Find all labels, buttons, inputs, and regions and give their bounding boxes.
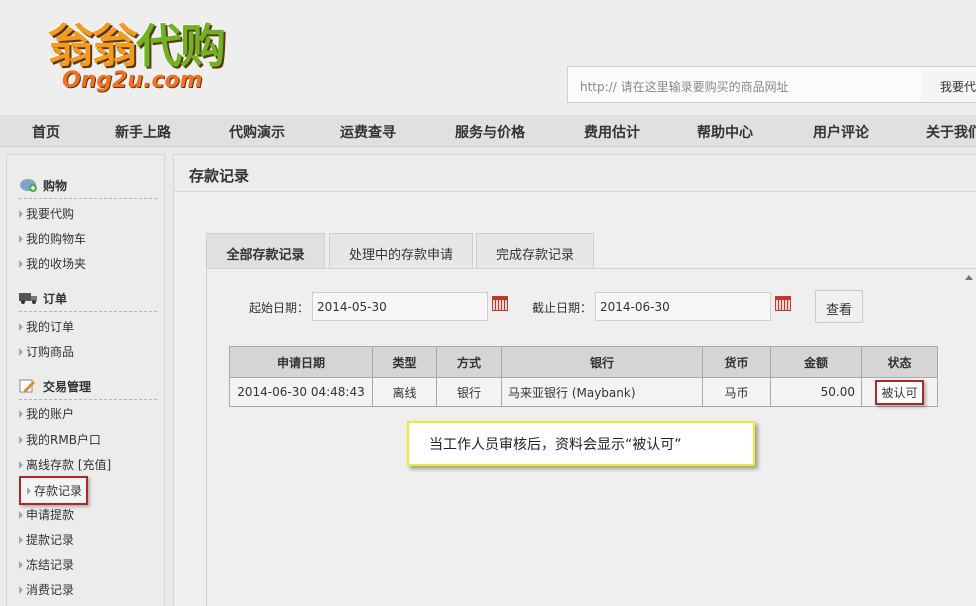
site-header: 翁翁代购 Ong2u.com http:// 请在这里输录要购买的商品网址 我要… bbox=[0, 0, 976, 115]
calendar-icon[interactable] bbox=[775, 296, 791, 311]
logo-en: Ong2u.com bbox=[62, 68, 203, 93]
sidebar-item-my-account[interactable]: 我的账户 bbox=[19, 405, 74, 422]
col-header-amount: 金额 bbox=[770, 346, 862, 378]
nav-item-demo[interactable]: 代购演示 bbox=[229, 122, 285, 142]
sidebar-item-buy[interactable]: 我要代购 bbox=[19, 205, 74, 222]
sidebar-item-order-products[interactable]: 订购商品 bbox=[19, 343, 74, 360]
calendar-icon[interactable] bbox=[492, 296, 508, 311]
cell-bank: 马来亚银行 (Maybank) bbox=[501, 377, 703, 407]
sidebar-divider bbox=[19, 198, 157, 199]
nav-item-home[interactable]: 首页 bbox=[32, 122, 60, 142]
nav-item-services[interactable]: 服务与价格 bbox=[455, 122, 525, 142]
col-header-bank: 银行 bbox=[501, 346, 703, 378]
col-header-date: 申请日期 bbox=[229, 346, 373, 378]
col-header-method: 方式 bbox=[436, 346, 502, 378]
nav-item-estimate[interactable]: 费用估计 bbox=[584, 122, 640, 142]
sidebar-item-deposit-records[interactable]: 存款记录 bbox=[19, 476, 89, 505]
cell-status: 被认可 bbox=[861, 377, 938, 407]
tab-all-deposits[interactable]: 全部存款记录 bbox=[206, 233, 325, 268]
sidebar-item-my-orders[interactable]: 我的订单 bbox=[19, 318, 74, 335]
cell-currency: 马币 bbox=[702, 377, 771, 407]
sidebar-item-cart[interactable]: 我的购物车 bbox=[19, 230, 86, 247]
end-date-input[interactable]: 2014-06-30 bbox=[595, 292, 771, 321]
sidebar: 购物 我要代购 我的购物车 我的收场夹 订单 我的订单 订购商品 交易管理 我的… bbox=[6, 154, 165, 606]
col-header-currency: 货币 bbox=[702, 346, 771, 378]
buy-for-me-button[interactable]: 我要代购 bbox=[921, 66, 976, 103]
main-nav: 首页 新手上路 代购演示 运费查寻 服务与价格 费用估计 帮助中心 用户评论 关… bbox=[0, 115, 976, 147]
edit-icon bbox=[19, 379, 39, 393]
table-header-row: 申请日期 类型 方式 银行 货币 金额 状态 bbox=[229, 346, 938, 378]
deposit-records-table: 申请日期 类型 方式 银行 货币 金额 状态 2014-06-30 04:48:… bbox=[229, 346, 938, 407]
tab-pending-deposits[interactable]: 处理中的存款申请 bbox=[329, 233, 473, 268]
status-badge: 被认可 bbox=[875, 379, 924, 405]
scroll-up-arrow-icon[interactable] bbox=[961, 272, 976, 284]
logo-cn: 翁翁代购 bbox=[48, 19, 226, 73]
cell-amount: 50.00 bbox=[770, 377, 862, 407]
start-date-input[interactable]: 2014-05-30 bbox=[312, 292, 488, 321]
query-button[interactable]: 查看 bbox=[815, 290, 863, 323]
sidebar-item-rmb-account[interactable]: 我的RMB户口 bbox=[19, 431, 101, 448]
annotation-callout: 当工作人员审核后，资料会显示“被认可” bbox=[407, 421, 755, 466]
truck-icon bbox=[19, 291, 39, 305]
start-date-label: 起始日期： bbox=[249, 301, 310, 315]
sidebar-section-orders: 订单 bbox=[19, 290, 67, 307]
sidebar-section-shopping: 购物 bbox=[19, 177, 67, 194]
nav-item-about[interactable]: 关于我们 bbox=[926, 122, 976, 142]
sidebar-divider bbox=[19, 311, 157, 312]
end-date-label: 截止日期： bbox=[532, 301, 593, 315]
cell-type: 离线 bbox=[372, 377, 437, 407]
page-title: 存款记录 bbox=[189, 167, 250, 185]
sidebar-divider bbox=[19, 399, 157, 400]
nav-item-beginners[interactable]: 新手上路 bbox=[115, 122, 171, 142]
cart-icon bbox=[19, 178, 39, 192]
main-title-bar: 存款记录 bbox=[174, 155, 976, 192]
product-url-input[interactable]: http:// 请在这里输录要购买的商品网址 bbox=[567, 66, 922, 103]
sidebar-item-favorites[interactable]: 我的收场夹 bbox=[19, 255, 86, 272]
sidebar-item-withdraw-records[interactable]: 提款记录 bbox=[19, 531, 74, 548]
sidebar-item-offline-deposit[interactable]: 离线存款 [充值] bbox=[19, 456, 111, 473]
col-header-status: 状态 bbox=[861, 346, 938, 378]
sidebar-item-spending-records[interactable]: 消费记录 bbox=[19, 581, 74, 598]
site-logo[interactable]: 翁翁代购 Ong2u.com bbox=[40, 10, 270, 102]
col-header-type: 类型 bbox=[372, 346, 437, 378]
sidebar-item-frozen-records[interactable]: 冻结记录 bbox=[19, 556, 74, 573]
nav-item-shipping[interactable]: 运费查寻 bbox=[340, 122, 396, 142]
cell-method: 银行 bbox=[436, 377, 502, 407]
sidebar-item-withdraw-request[interactable]: 申请提款 bbox=[19, 506, 74, 523]
nav-item-reviews[interactable]: 用户评论 bbox=[813, 122, 869, 142]
nav-item-help[interactable]: 帮助中心 bbox=[697, 122, 753, 142]
tab-completed-deposits[interactable]: 完成存款记录 bbox=[476, 233, 594, 268]
table-row: 2014-06-30 04:48:43 离线 银行 马来亚银行 (Maybank… bbox=[229, 377, 938, 407]
cell-date: 2014-06-30 04:48:43 bbox=[229, 377, 373, 407]
sidebar-section-transactions: 交易管理 bbox=[19, 378, 91, 395]
